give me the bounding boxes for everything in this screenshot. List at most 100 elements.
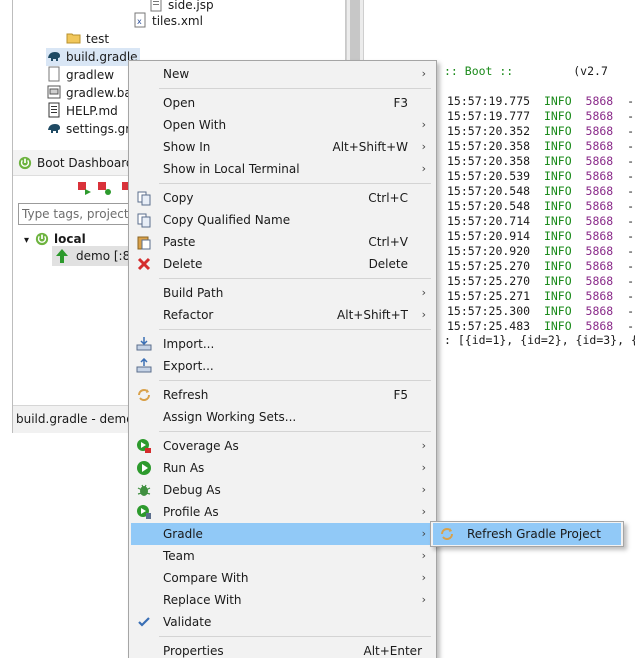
submenu-arrow-icon: › bbox=[421, 439, 426, 452]
menu-item-show-in[interactable]: Show In Alt+Shift+W › bbox=[131, 136, 434, 158]
menu-item-gradle[interactable]: Gradle › bbox=[131, 523, 434, 545]
markdown-file-icon bbox=[48, 102, 60, 118]
console-log-line: 15:57:19.777 INFO 5868 --- bbox=[447, 109, 635, 124]
submenu-arrow-icon: › bbox=[421, 162, 426, 175]
scrollbar-thumb[interactable] bbox=[350, 0, 360, 60]
menu-item-copy-qualified-name[interactable]: Copy Qualified Name bbox=[131, 209, 434, 231]
log-time: 15:57:20.539 bbox=[447, 169, 531, 183]
debug-app-icon[interactable] bbox=[96, 180, 112, 196]
menu-item-replace-with[interactable]: Replace With › bbox=[131, 589, 434, 611]
log-tail: --- bbox=[627, 289, 635, 303]
log-tail: --- bbox=[627, 199, 635, 213]
console-log-line: 15:57:25.483 INFO 5868 --- bbox=[447, 319, 635, 334]
menu-item-new[interactable]: New › bbox=[131, 63, 434, 85]
menu-item-copy[interactable]: Copy Ctrl+C bbox=[131, 187, 434, 209]
run-icon bbox=[137, 461, 151, 475]
spring-boot-icon bbox=[18, 156, 32, 170]
console-log-line: 15:57:20.352 INFO 5868 --- bbox=[447, 124, 635, 139]
tree-item-help-md[interactable]: HELP.md bbox=[46, 102, 118, 120]
log-level: INFO bbox=[543, 94, 572, 108]
log-time: 15:57:20.358 bbox=[447, 154, 531, 168]
boot-dashboard-filter-input[interactable] bbox=[18, 203, 142, 225]
tree-item-build-gradle[interactable]: build.gradle bbox=[46, 48, 140, 66]
gradle-elephant-icon bbox=[48, 52, 60, 61]
log-pid: 5868 bbox=[585, 304, 614, 318]
console-log-line: 15:57:20.548 INFO 5868 --- bbox=[447, 184, 635, 199]
menu-item-export[interactable]: Export... bbox=[131, 355, 434, 377]
svg-text:x: x bbox=[137, 17, 142, 26]
tree-item-gradlew[interactable]: gradlew bbox=[46, 66, 114, 84]
tree-item-test-folder[interactable]: test bbox=[66, 30, 109, 48]
paste-icon bbox=[137, 236, 151, 250]
log-tail: --- bbox=[627, 229, 635, 243]
console-log-line: 15:57:20.358 INFO 5868 --- bbox=[447, 139, 635, 154]
log-pid: 5868 bbox=[585, 274, 614, 288]
menu-item-run-as[interactable]: Run As › bbox=[131, 457, 434, 479]
folder-icon bbox=[66, 33, 81, 44]
tree-item-settings-gradle[interactable]: settings.gra bbox=[46, 120, 138, 138]
log-time: 15:57:25.483 bbox=[447, 319, 531, 333]
menu-item-open-with[interactable]: Open With › bbox=[131, 114, 434, 136]
log-tail: --- bbox=[627, 319, 635, 333]
import-icon bbox=[136, 337, 152, 351]
log-pid: 5868 bbox=[585, 319, 614, 333]
menu-separator bbox=[159, 380, 431, 381]
log-level: INFO bbox=[543, 109, 572, 123]
menu-item-refactor[interactable]: Refactor Alt+Shift+T › bbox=[131, 304, 434, 326]
start-app-icon[interactable] bbox=[76, 180, 92, 196]
menu-item-refresh-gradle-project[interactable]: Refresh Gradle Project bbox=[433, 523, 621, 545]
log-tail: --- bbox=[627, 94, 635, 108]
menu-item-properties[interactable]: Properties Alt+Enter bbox=[131, 640, 434, 658]
log-time: 15:57:19.775 bbox=[447, 94, 531, 108]
submenu-arrow-icon: › bbox=[421, 505, 426, 518]
submenu-arrow-icon: › bbox=[421, 140, 426, 153]
expand-chevron-icon[interactable]: ▾ bbox=[24, 235, 29, 246]
menu-item-build-path[interactable]: Build Path › bbox=[131, 282, 434, 304]
tree-item-tiles-xml[interactable]: x tiles.xml bbox=[132, 12, 203, 30]
menu-item-delete[interactable]: Delete Delete bbox=[131, 253, 434, 275]
spring-boot-icon bbox=[35, 232, 49, 246]
menu-item-open[interactable]: Open F3 bbox=[131, 92, 434, 114]
menu-item-team[interactable]: Team › bbox=[131, 545, 434, 567]
log-level: INFO bbox=[543, 199, 572, 213]
menu-item-paste[interactable]: Paste Ctrl+V bbox=[131, 231, 434, 253]
log-tail: --- bbox=[627, 214, 635, 228]
log-time: 15:57:20.358 bbox=[447, 139, 531, 153]
menu-separator bbox=[159, 183, 431, 184]
log-level: INFO bbox=[543, 304, 572, 318]
log-time: 15:57:20.548 bbox=[447, 184, 531, 198]
debug-bug-icon bbox=[137, 484, 151, 496]
context-menu: New › Open F3 Open With › Show In Alt+Shift+… bbox=[128, 60, 437, 658]
menu-item-show-in-terminal[interactable]: Show in Local Terminal › bbox=[131, 158, 434, 180]
console-log-line: 15:57:20.714 INFO 5868 --- bbox=[447, 214, 635, 229]
running-arrow-up-icon bbox=[56, 249, 68, 263]
log-tail: --- bbox=[627, 304, 635, 318]
menu-item-compare-with[interactable]: Compare With › bbox=[131, 567, 434, 589]
menu-item-profile-as[interactable]: Profile As › bbox=[131, 501, 434, 523]
refresh-gradle-icon bbox=[441, 528, 453, 540]
boot-dashboard-tab[interactable]: Boot Dashboard bbox=[12, 150, 142, 176]
boot-dashboard-view: Boot Dashboard ▾local demo [:80 bbox=[12, 150, 146, 405]
menu-item-validate[interactable]: Validate bbox=[131, 611, 434, 633]
console-log-line: 15:57:20.920 INFO 5868 --- bbox=[447, 244, 635, 259]
copy-icon bbox=[137, 191, 151, 206]
menu-separator bbox=[159, 431, 431, 432]
submenu-arrow-icon: › bbox=[421, 571, 426, 584]
menu-item-coverage-as[interactable]: Coverage As › bbox=[131, 435, 434, 457]
menu-item-debug-as[interactable]: Debug As › bbox=[131, 479, 434, 501]
log-level: INFO bbox=[543, 154, 572, 168]
submenu-arrow-icon: › bbox=[421, 118, 426, 131]
tree-item-gradlew-bat[interactable]: gradlew.ba bbox=[46, 84, 132, 102]
log-time: 15:57:25.270 bbox=[447, 274, 531, 288]
menu-item-assign-working-sets[interactable]: Assign Working Sets... bbox=[131, 406, 434, 428]
menu-separator bbox=[159, 278, 431, 279]
console-log-line: 15:57:25.270 INFO 5868 --- bbox=[447, 259, 635, 274]
console-log-line: 15:57:19.775 INFO 5868 --- bbox=[447, 94, 635, 109]
log-time: 15:57:20.352 bbox=[447, 124, 531, 138]
batch-file-icon bbox=[47, 85, 61, 99]
coverage-icon bbox=[137, 439, 151, 453]
menu-item-refresh[interactable]: Refresh F5 bbox=[131, 384, 434, 406]
status-bar: build.gradle - demo bbox=[12, 405, 142, 433]
console-log-line: 15:57:20.548 INFO 5868 --- bbox=[447, 199, 635, 214]
menu-item-import[interactable]: Import... bbox=[131, 333, 434, 355]
